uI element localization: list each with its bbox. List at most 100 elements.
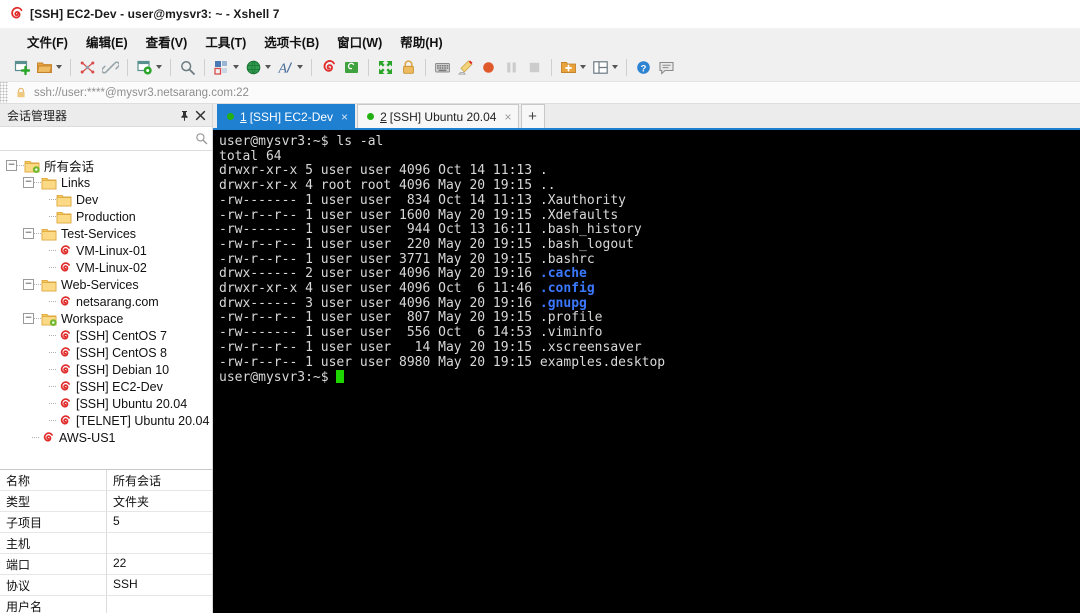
tree-node-ssh-centos-8[interactable]: [SSH] CentOS 8 [0, 344, 212, 361]
xshell-button[interactable] [317, 55, 340, 79]
globe-button[interactable] [242, 55, 274, 79]
tab-close-icon[interactable]: × [504, 110, 511, 124]
highlight-button[interactable] [454, 55, 477, 79]
tree-node-all-sessions[interactable]: −所有会话 [0, 157, 212, 174]
transfer-files-button[interactable] [76, 55, 99, 79]
main-body: 会话管理器 −所有会话−Link [0, 104, 1080, 613]
link-button[interactable] [99, 55, 122, 79]
pause-button[interactable] [500, 55, 523, 79]
terminal-line: -rw-r--r-- 1 user user 3771 May 20 19:15… [219, 253, 1080, 268]
tree-node-vm-linux-01[interactable]: VM-Linux-01 [0, 242, 212, 259]
lock-button[interactable] [397, 55, 420, 79]
property-key: 用户名 [0, 596, 107, 613]
xshell-icon [320, 59, 337, 76]
terminal-text: drwx------ 2 user user 4096 May 20 19:16 [219, 266, 540, 281]
tab-bar: 1[SSH] EC2-Dev×2[SSH] Ubuntu 20.04×+ [213, 104, 1080, 130]
fullscreen-button[interactable] [374, 55, 397, 79]
chevron-down-icon[interactable] [612, 65, 618, 69]
new-session-button[interactable] [10, 55, 33, 79]
session-manager-header: 会话管理器 [0, 104, 212, 127]
stop-button[interactable] [523, 55, 546, 79]
keyboard-button[interactable] [431, 55, 454, 79]
property-row[interactable]: 类型文件夹 [0, 491, 212, 512]
close-panel-button[interactable] [192, 107, 208, 123]
tree-node-netsarang-com[interactable]: netsarang.com [0, 293, 212, 310]
tree-expander-icon[interactable]: − [23, 279, 34, 290]
xftp-button[interactable] [340, 55, 363, 79]
new-tab-button[interactable]: + [521, 104, 545, 128]
tree-node-vm-linux-02[interactable]: VM-Linux-02 [0, 259, 212, 276]
property-row[interactable]: 主机 [0, 533, 212, 554]
property-row[interactable]: 用户名 [0, 596, 212, 613]
session-properties-button[interactable] [133, 55, 165, 79]
terminal-output[interactable]: user@mysvr3:~$ ls -altotal 64drwxr-xr-x … [213, 130, 1080, 613]
chat-button[interactable] [655, 55, 678, 79]
chevron-down-icon[interactable] [297, 65, 303, 69]
open-session-icon [36, 59, 53, 76]
tree-node-production[interactable]: Production [0, 208, 212, 225]
tree-node-workspace[interactable]: −Workspace [0, 310, 212, 327]
toolbar-separator [127, 59, 128, 76]
session-properties-icon [136, 59, 153, 76]
tree-node-ssh-ubuntu-2004[interactable]: [SSH] Ubuntu 20.04 [0, 395, 212, 412]
tree-node-dev[interactable]: Dev [0, 191, 212, 208]
tree-node-label: AWS-US1 [59, 431, 116, 445]
chevron-down-icon[interactable] [580, 65, 586, 69]
tree-node-ssh-ec2-dev[interactable]: [SSH] EC2-Dev [0, 378, 212, 395]
tree-node-telnet-ubuntu-2004[interactable]: [TELNET] Ubuntu 20.04 [0, 412, 212, 429]
tab-close-icon[interactable]: × [341, 110, 348, 124]
pin-button[interactable] [176, 107, 192, 123]
find-button[interactable] [176, 55, 199, 79]
chevron-down-icon[interactable] [156, 65, 162, 69]
property-row[interactable]: 名称所有会话 [0, 470, 212, 491]
menu-window[interactable]: 窗口(W) [328, 30, 391, 53]
menu-view[interactable]: 查看(V) [137, 30, 197, 53]
terminal-tab[interactable]: 2[SSH] Ubuntu 20.04× [357, 104, 518, 128]
terminal-directory-name: .cache [540, 266, 587, 281]
split-view-button[interactable] [589, 55, 621, 79]
session-tree[interactable]: −所有会话−LinksDev Production−Test-Services VM… [0, 151, 212, 469]
session-icon [56, 345, 72, 361]
tree-node-label: Production [76, 210, 136, 224]
font-button[interactable]: A [274, 55, 306, 79]
search-input[interactable] [6, 132, 195, 146]
property-key: 名称 [0, 470, 107, 490]
tree-node-label: VM-Linux-01 [76, 244, 147, 258]
tree-node-ssh-centos-7[interactable]: [SSH] CentOS 7 [0, 327, 212, 344]
tree-expander-icon[interactable]: − [23, 177, 34, 188]
toolbar-grip[interactable] [0, 82, 8, 103]
add-folder-button[interactable] [557, 55, 589, 79]
menu-edit[interactable]: 编辑(E) [77, 30, 137, 53]
tree-node-aws-us1[interactable]: AWS-US1 [0, 429, 212, 446]
search-icon[interactable] [195, 132, 208, 145]
chevron-down-icon[interactable] [233, 65, 239, 69]
menu-help[interactable]: 帮助(H) [391, 30, 451, 53]
property-row[interactable]: 端口22 [0, 554, 212, 575]
tree-node-web-services[interactable]: −Web-Services [0, 276, 212, 293]
open-session-button[interactable] [33, 55, 65, 79]
tree-node-links[interactable]: −Links [0, 174, 212, 191]
tree-expander-icon[interactable]: − [23, 313, 34, 324]
property-row[interactable]: 子项目5 [0, 512, 212, 533]
property-row[interactable]: 协议SSH [0, 575, 212, 596]
property-key: 子项目 [0, 512, 107, 532]
tree-expander-icon[interactable]: − [6, 160, 17, 171]
chevron-down-icon[interactable] [265, 65, 271, 69]
tree-connector [49, 335, 56, 337]
menu-file[interactable]: 文件(F) [18, 30, 77, 53]
tree-node-test-services[interactable]: −Test-Services [0, 225, 212, 242]
menu-tabs[interactable]: 选项卡(B) [255, 30, 328, 53]
tree-node-ssh-debian-10[interactable]: [SSH] Debian 10 [0, 361, 212, 378]
help-button[interactable]: ? [632, 55, 655, 79]
url-bar[interactable]: ssh://user:****@mysvr3.netsarang.com:22 [0, 82, 1080, 104]
pause-icon [503, 59, 520, 76]
terminal-tab[interactable]: 1[SSH] EC2-Dev× [217, 104, 355, 128]
session-search-row[interactable] [0, 127, 212, 151]
layout-button[interactable] [210, 55, 242, 79]
menu-tools[interactable]: 工具(T) [196, 30, 255, 53]
chevron-down-icon[interactable] [56, 65, 62, 69]
record-button[interactable] [477, 55, 500, 79]
tree-expander-icon[interactable]: − [23, 228, 34, 239]
session-icon [56, 379, 72, 395]
layout-icon [213, 59, 230, 76]
